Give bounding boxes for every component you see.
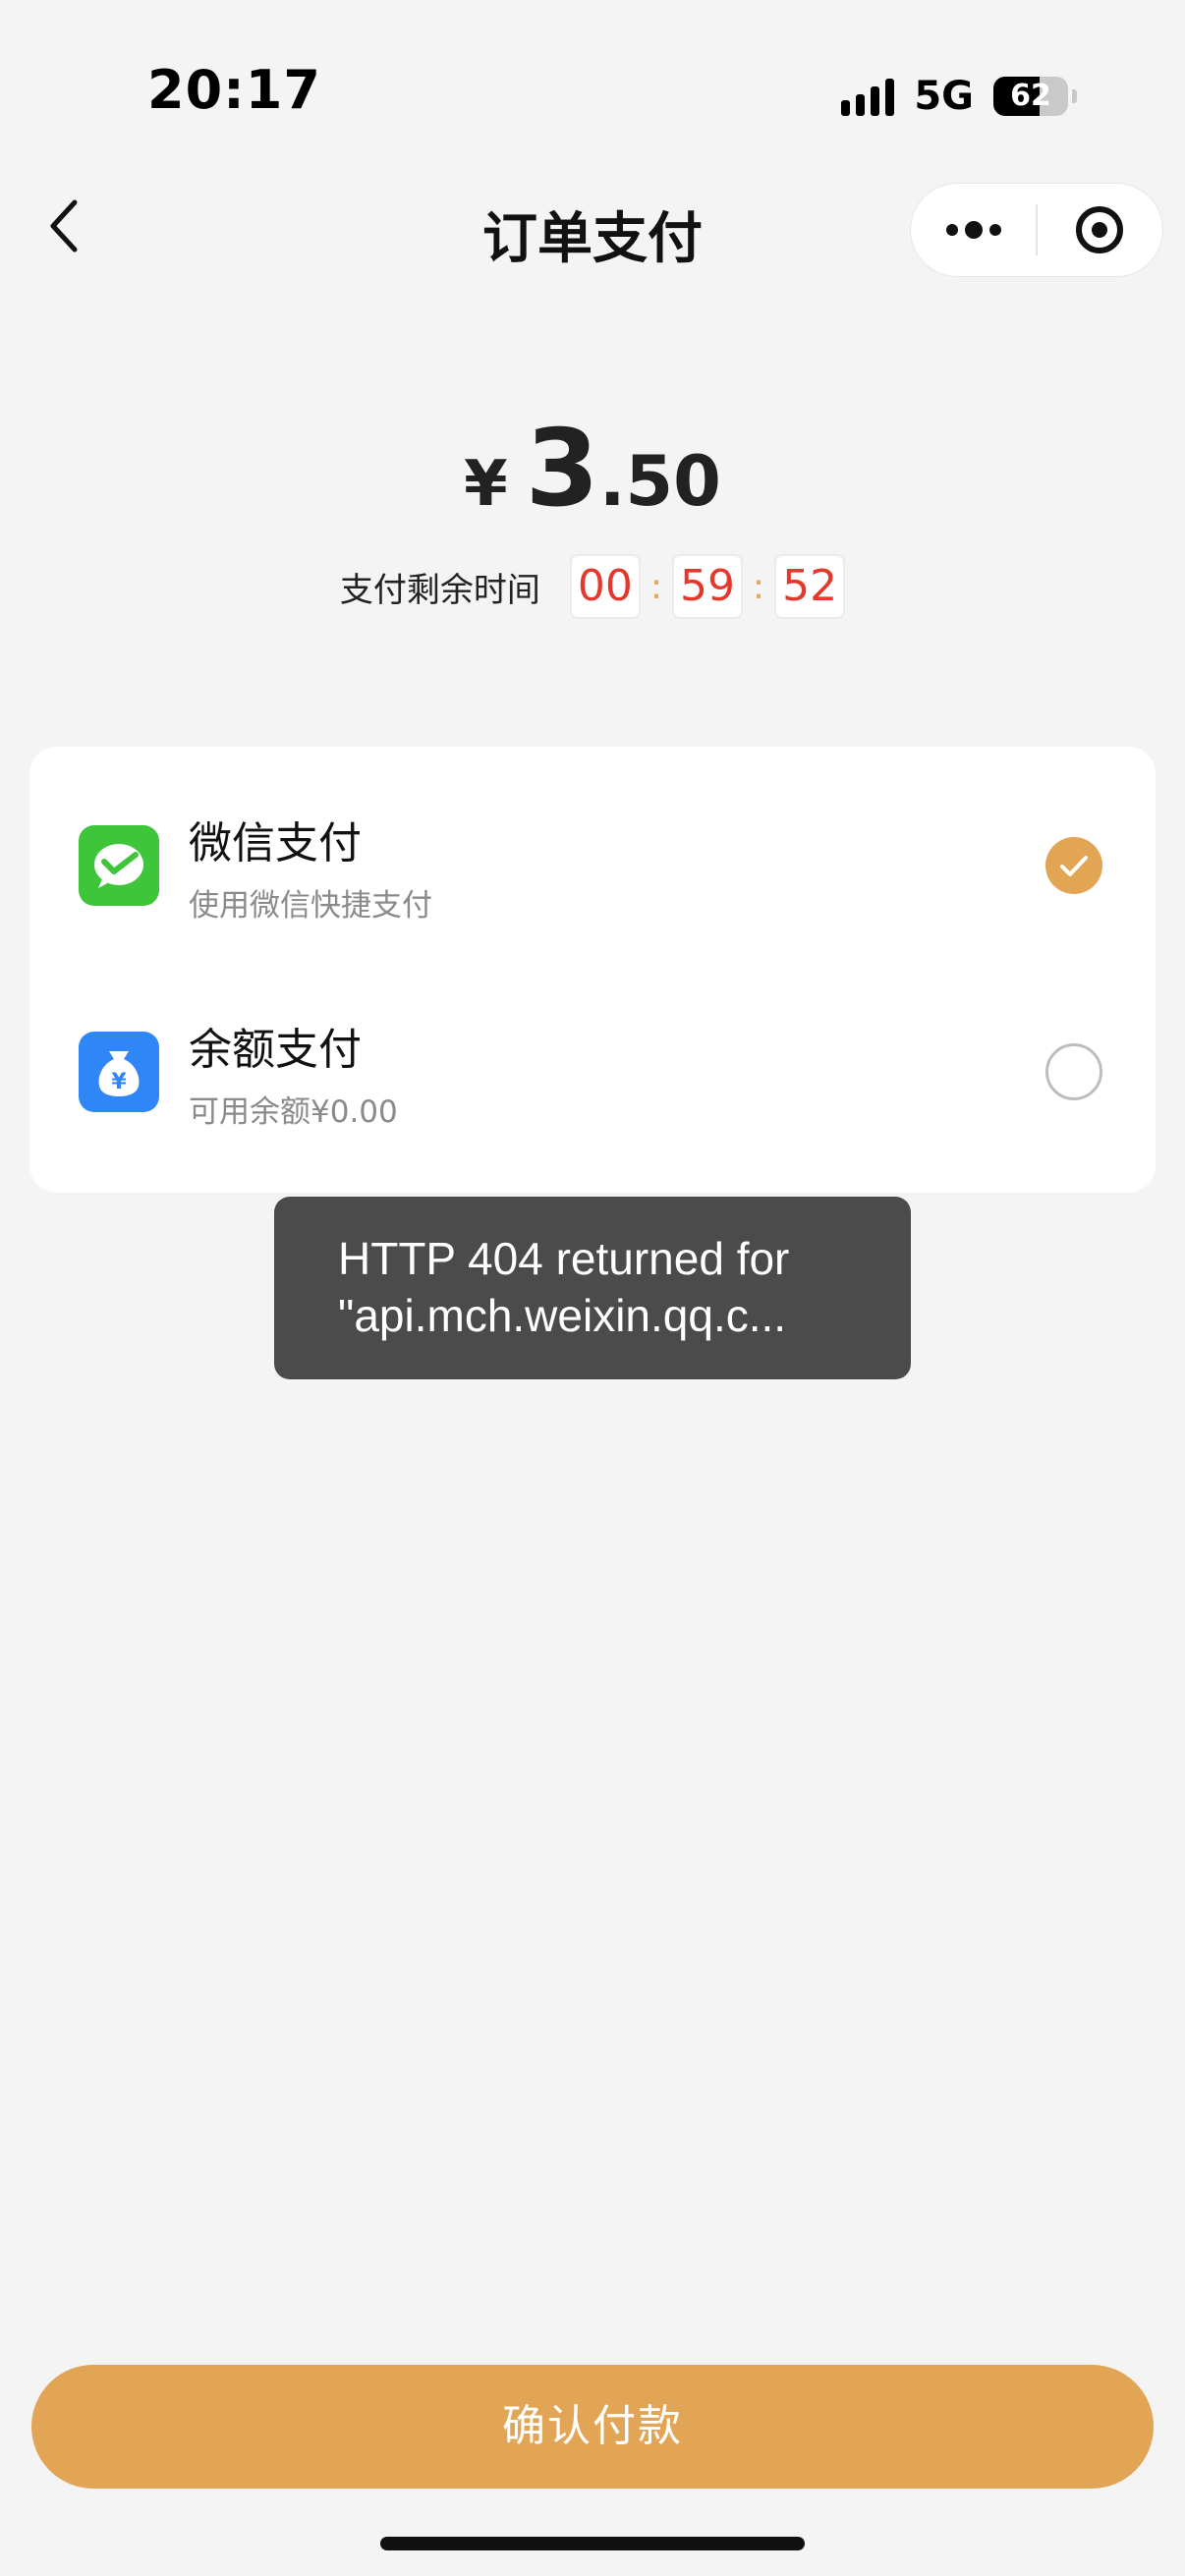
target-circle-icon xyxy=(1076,206,1124,253)
svg-text:¥: ¥ xyxy=(111,1070,127,1094)
countdown-label: 支付剩余时间 xyxy=(339,570,540,610)
countdown-seconds: 52 xyxy=(774,554,846,619)
more-button[interactable] xyxy=(911,183,1036,277)
battery-icon: 62 xyxy=(993,77,1068,116)
payment-option-title: 微信支付 xyxy=(189,818,362,868)
payment-option-balance[interactable]: ¥ 余额支付 可用余额¥0.00 xyxy=(29,953,1156,1149)
countdown-separator: : xyxy=(753,566,765,607)
payment-countdown: 支付剩余时间 00 : 59 : 52 xyxy=(0,554,1185,619)
radio-unchecked[interactable] xyxy=(1045,1043,1102,1100)
radio-checked[interactable] xyxy=(1045,837,1102,894)
home-indicator xyxy=(380,2537,805,2550)
payment-option-subtitle: 可用余额¥0.00 xyxy=(189,1094,398,1130)
error-toast: HTTP 404 returned for "api.mch.weixin.qq… xyxy=(274,1197,911,1379)
currency-symbol: ¥ xyxy=(464,448,508,521)
battery-tip xyxy=(1072,89,1077,103)
wechat-pay-icon xyxy=(79,825,159,906)
balance-bag-icon: ¥ xyxy=(79,1032,159,1112)
countdown-minutes: 59 xyxy=(672,554,743,619)
amount-integer: 3 xyxy=(525,408,599,531)
status-icons: 5G 62 xyxy=(841,69,1077,124)
payment-method-list: 微信支付 使用微信快捷支付 ¥ 余额支付 可用余额¥0.00 xyxy=(29,747,1156,1193)
checkmark-icon xyxy=(1060,856,1088,876)
status-time: 20:17 xyxy=(147,59,321,121)
mini-program-capsule xyxy=(910,183,1163,277)
countdown-hours: 00 xyxy=(569,554,641,619)
network-label: 5G xyxy=(914,74,974,119)
more-dots-icon xyxy=(945,221,1001,239)
countdown-separator: : xyxy=(649,566,662,607)
payment-option-wechat[interactable]: 微信支付 使用微信快捷支付 xyxy=(29,747,1156,943)
payment-option-subtitle: 使用微信快捷支付 xyxy=(189,888,432,924)
battery-level: 62 xyxy=(1010,79,1051,113)
payment-amount: ¥ 3 .50 xyxy=(0,408,1185,531)
signal-icon xyxy=(841,77,895,116)
confirm-payment-button[interactable]: 确认付款 xyxy=(31,2365,1154,2489)
amount-decimal: .50 xyxy=(598,441,721,522)
close-button[interactable] xyxy=(1038,183,1162,277)
payment-option-title: 余额支付 xyxy=(189,1025,362,1075)
